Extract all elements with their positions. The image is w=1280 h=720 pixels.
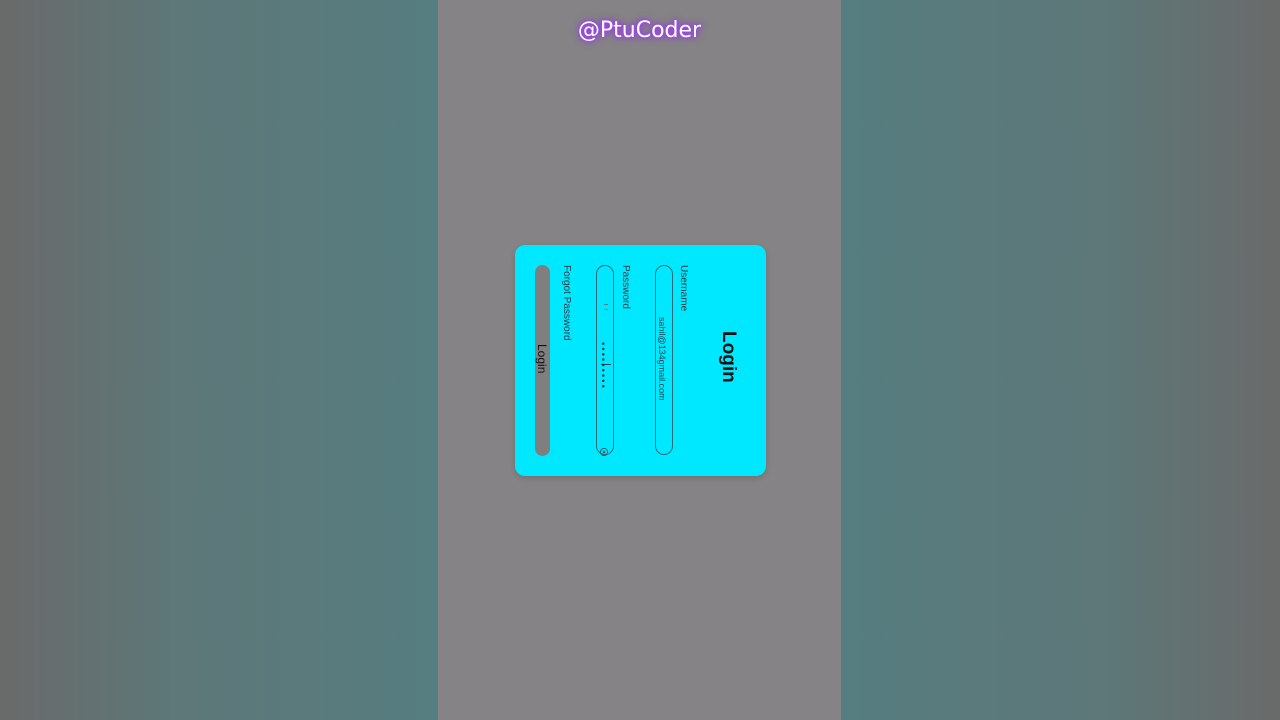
login-card: Login Username sahil@134gmail.com Passwo…	[515, 245, 766, 476]
forgot-password-link[interactable]: Forgot Password	[561, 265, 572, 341]
username-label: Username	[678, 265, 689, 312]
eye-icon[interactable]	[599, 442, 609, 457]
password-caret	[601, 364, 611, 365]
login-title: Login	[718, 331, 739, 383]
video-frame: @PtuCoder Login Username sahil@134gmail.…	[0, 0, 1280, 720]
password-label: Password	[620, 265, 631, 309]
channel-watermark: @PtuCoder	[577, 18, 702, 43]
left-blur-panel	[0, 0, 438, 720]
phone-screen: @PtuCoder Login Username sahil@134gmail.…	[438, 0, 841, 720]
right-blur-panel	[841, 0, 1280, 720]
text-cursor-mark	[604, 304, 608, 310]
login-button-label: Login	[535, 344, 549, 374]
username-value: sahil@134gmail.com	[657, 317, 667, 401]
